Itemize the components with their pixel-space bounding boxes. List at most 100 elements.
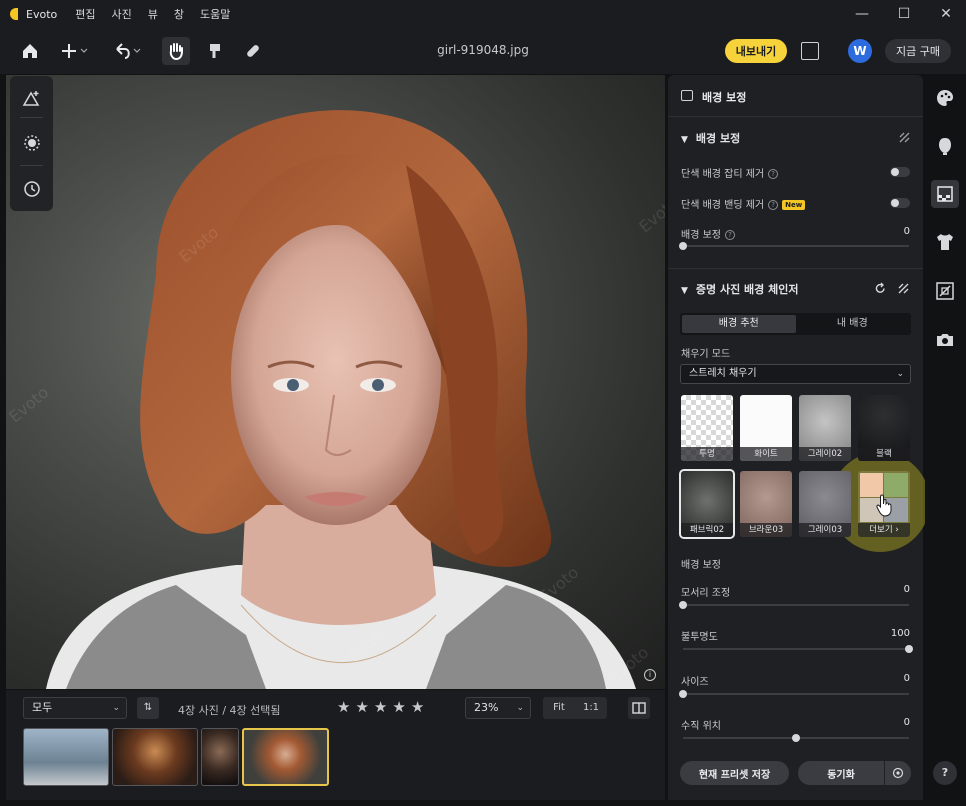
thumbnail-ballerina[interactable] xyxy=(23,728,109,786)
opacity-slider[interactable] xyxy=(683,645,913,653)
divider xyxy=(20,165,43,166)
size-label: 사이즈 xyxy=(681,677,709,688)
size-slider[interactable] xyxy=(679,690,909,698)
menu-bar: 편집 사진 뷰 창 도움말 xyxy=(75,6,230,22)
toolbar: girl-919048.jpg 내보내기 W 지금 구매 xyxy=(0,28,966,74)
star-icon[interactable]: ★ xyxy=(374,699,387,715)
background-adjust-panel: 배경 보정 ▼ 배경 보정 단색 배경 잡티 제거? 단색 배경 밴딩 제거? Ne… xyxy=(668,75,930,800)
tab-recommended-backgrounds[interactable]: 배경 추천 xyxy=(682,315,796,333)
fit-button[interactable]: Fit xyxy=(543,697,575,719)
avatar[interactable]: W xyxy=(848,39,872,63)
minimize-icon[interactable]: — xyxy=(854,6,870,22)
bg-adjust-slider[interactable] xyxy=(679,242,909,250)
chevron-down-icon: ⌄ xyxy=(516,703,524,713)
help-icon[interactable]: ? xyxy=(724,230,735,240)
vertical-position-label: 수직 위치 xyxy=(681,721,721,732)
history-icon[interactable] xyxy=(22,179,42,199)
star-icon[interactable]: ★ xyxy=(337,699,350,715)
save-preset-button[interactable]: 현재 프리셋 저장 xyxy=(680,761,789,785)
divider xyxy=(20,117,43,118)
camera-icon[interactable] xyxy=(934,329,956,351)
crop-icon[interactable] xyxy=(934,280,956,302)
fill-mode-value: 스트레치 채우기 xyxy=(689,368,757,379)
hand-cursor-icon xyxy=(876,494,892,517)
split-view-button[interactable] xyxy=(628,697,650,719)
menu-edit[interactable]: 편집 xyxy=(75,6,95,22)
solid-bg-blemish-toggle[interactable] xyxy=(890,167,910,177)
sync-settings-button[interactable] xyxy=(885,761,911,785)
export-button[interactable]: 내보내기 xyxy=(725,39,787,63)
menu-help[interactable]: 도움말 xyxy=(200,6,230,22)
chevron-down-icon: ⌄ xyxy=(112,703,120,713)
label-text: 단색 배경 밴딩 제거 xyxy=(681,200,765,211)
bg-tile-black[interactable]: 블랙 xyxy=(858,395,910,461)
bg-tile-gray03[interactable]: 그레이03 xyxy=(799,471,851,537)
portrait-photo xyxy=(46,110,636,689)
tab-my-backgrounds[interactable]: 내 배경 xyxy=(796,315,910,333)
bg-tile-gray02[interactable]: 그레이02 xyxy=(799,395,851,461)
maximize-icon[interactable]: ☐ xyxy=(896,6,912,22)
one-to-one-button[interactable]: 1:1 xyxy=(575,697,607,719)
thumbnail-curly-hair[interactable] xyxy=(112,728,198,786)
sync-button[interactable]: 동기화 xyxy=(798,761,884,785)
star-rating: ★ ★ ★ ★ ★ xyxy=(337,699,424,715)
background-tab-switch: 배경 추천 내 배경 xyxy=(680,313,911,335)
eraser-icon[interactable] xyxy=(897,282,910,295)
thumbnail-dark-portrait[interactable] xyxy=(201,728,239,786)
buy-now-button[interactable]: 지금 구매 xyxy=(885,39,951,63)
left-tool-palette xyxy=(10,76,53,211)
mountain-adjust-icon[interactable] xyxy=(22,88,42,108)
bg-tile-brown03[interactable]: 브라운03 xyxy=(740,471,792,537)
menu-view[interactable]: 뷰 xyxy=(148,6,158,22)
help-icon[interactable]: ? xyxy=(768,200,779,210)
slider-knob[interactable] xyxy=(792,734,800,742)
background-icon xyxy=(681,90,693,101)
photo-filter-select[interactable]: 모두 ⌄ xyxy=(23,697,127,719)
solid-bg-banding-toggle[interactable] xyxy=(890,198,910,208)
zoom-select[interactable]: 23% ⌄ xyxy=(465,697,531,719)
help-button[interactable]: ? xyxy=(933,761,957,785)
opacity-value: 100 xyxy=(890,628,910,639)
corner-adjust-slider[interactable] xyxy=(679,601,909,609)
star-icon[interactable]: ★ xyxy=(355,699,368,715)
background-tool-button[interactable] xyxy=(931,180,959,208)
face-icon[interactable] xyxy=(934,135,956,157)
background-checker-icon xyxy=(937,186,953,202)
fill-mode-select[interactable]: 스트레치 채우기 ⌄ xyxy=(680,364,911,384)
bg-tile-transparent[interactable]: 투명 xyxy=(681,395,733,461)
palette-icon[interactable] xyxy=(934,87,956,109)
new-badge: New xyxy=(782,200,806,210)
filmstrip-bar: 모두 ⌄ ⇅ 4장 사진 / 4장 선택됨 ★ ★ ★ ★ ★ 23% ⌄ Fi… xyxy=(6,690,665,800)
bg-tile-fabric02[interactable]: 패브릭02 xyxy=(679,469,735,539)
section-id-bg-changer[interactable]: ▼ 증명 사진 배경 체인저 xyxy=(681,281,799,297)
compare-export-icon[interactable] xyxy=(801,42,819,60)
slider-knob[interactable] xyxy=(679,690,687,698)
panel-title: 배경 보정 xyxy=(702,91,747,104)
fill-mode-label: 채우기 모드 xyxy=(681,349,731,360)
star-icon[interactable]: ★ xyxy=(411,699,424,715)
info-icon[interactable]: i xyxy=(644,669,656,681)
reset-icon[interactable] xyxy=(874,282,887,295)
thumbnail-girl-selected[interactable] xyxy=(242,728,329,786)
image-canvas[interactable]: Evoto Evoto Evoto Evoto Evoto Evoto xyxy=(6,75,665,689)
slider-knob[interactable] xyxy=(679,601,687,609)
file-name: girl-919048.jpg xyxy=(437,43,529,57)
help-icon[interactable]: ? xyxy=(768,169,779,179)
eraser-icon[interactable] xyxy=(898,131,911,144)
menu-photo[interactable]: 사진 xyxy=(111,6,131,22)
vertical-position-slider[interactable] xyxy=(683,734,909,742)
bg-tile-white[interactable]: 화이트 xyxy=(740,395,792,461)
section-background-adjust[interactable]: ▼ 배경 보정 xyxy=(681,130,740,146)
divider xyxy=(668,268,923,269)
sort-button[interactable]: ⇅ xyxy=(137,697,159,719)
close-icon[interactable]: ✕ xyxy=(938,6,954,22)
background-select-icon[interactable] xyxy=(22,133,42,153)
tile-label: 패브릭02 xyxy=(681,523,733,537)
fit-button-group: Fit 1:1 xyxy=(543,697,607,719)
slider-knob[interactable] xyxy=(905,645,913,653)
menu-window[interactable]: 창 xyxy=(174,6,184,22)
slider-knob[interactable] xyxy=(679,242,687,250)
clothing-icon[interactable] xyxy=(934,231,956,253)
label-text: 배경 보정 xyxy=(681,230,721,241)
star-icon[interactable]: ★ xyxy=(392,699,405,715)
